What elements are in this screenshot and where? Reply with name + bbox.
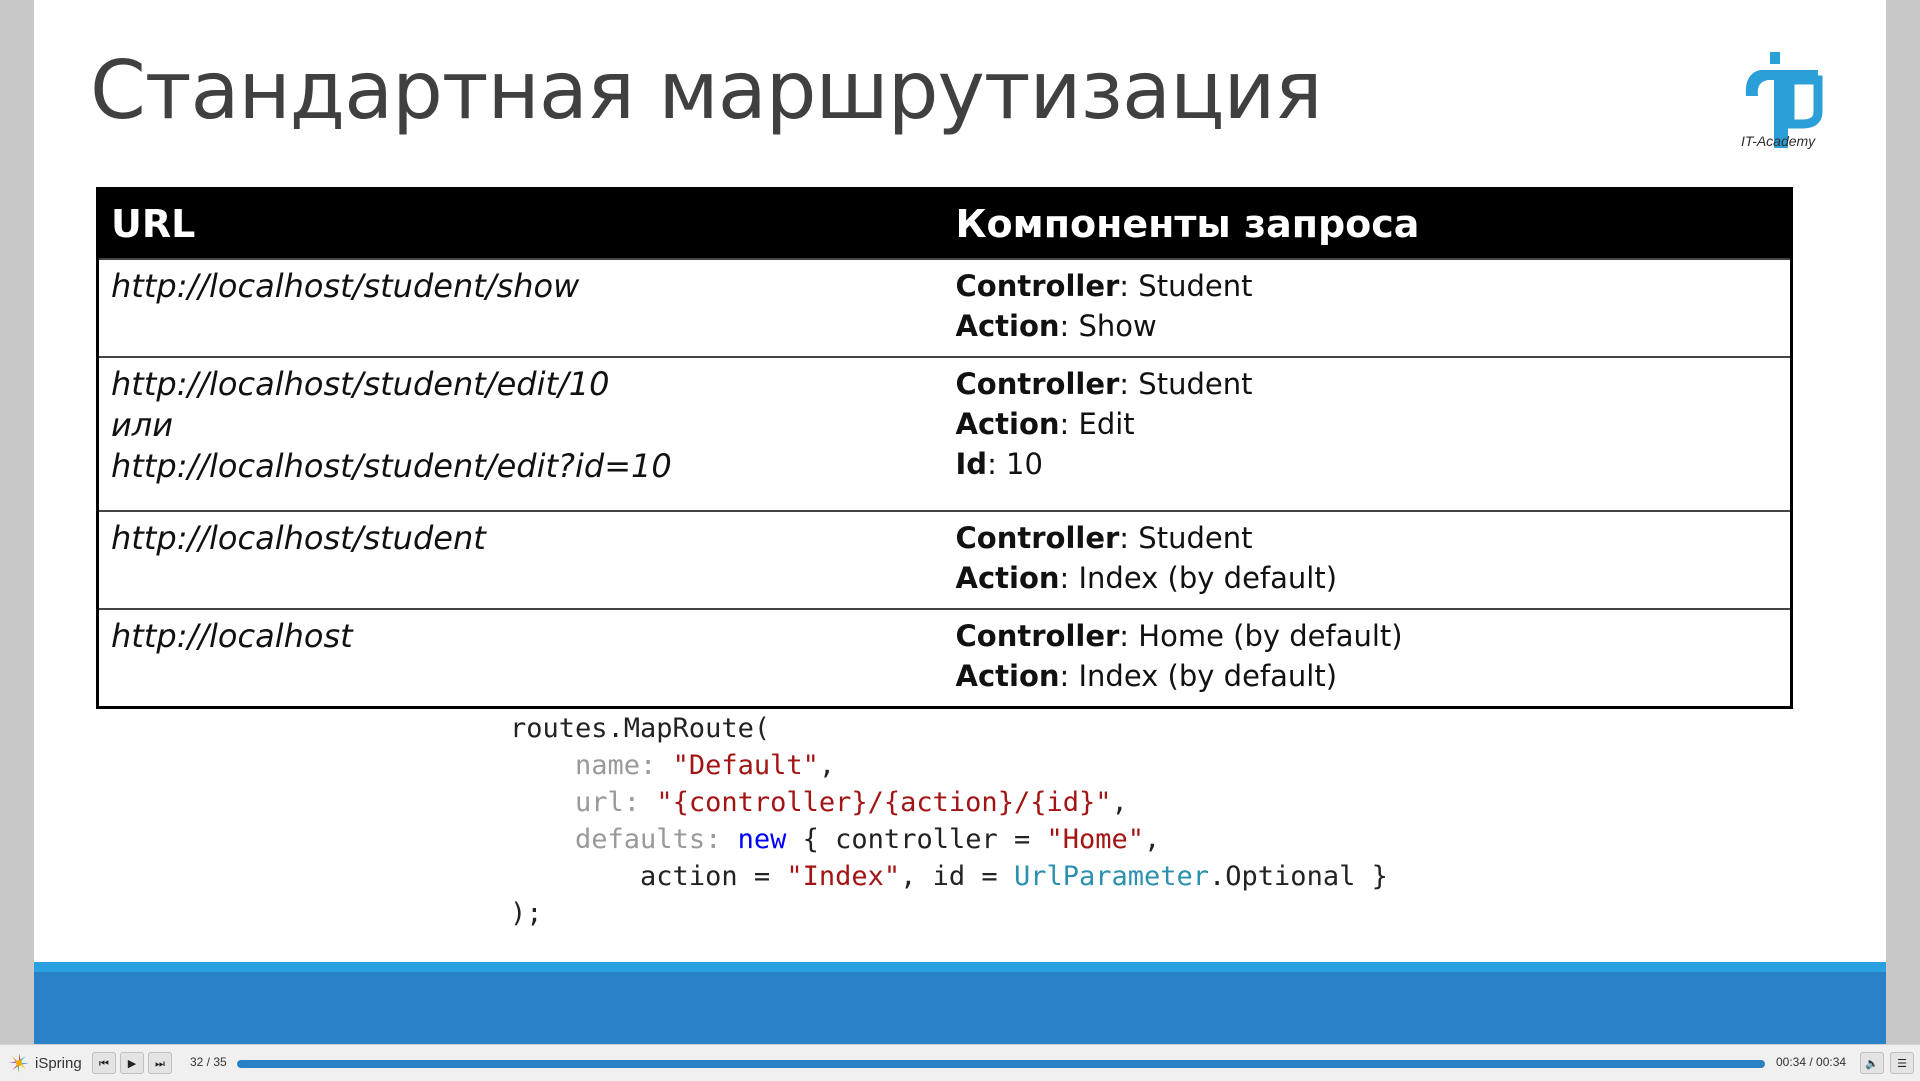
code-urlparameter-type: UrlParameter: [1013, 861, 1210, 892]
component-line: Controller: Home (by default): [956, 616, 1779, 656]
url-cell: http://localhost: [97, 608, 944, 708]
component-key: Controller: [955, 367, 1120, 401]
component-key: Controller: [955, 269, 1120, 303]
component-value: : Edit: [1059, 407, 1135, 441]
component-value: : Student: [1119, 521, 1253, 555]
url-text: http://localhost/student/edit/10: [111, 365, 610, 403]
url-text: http://localhost/student/edit?id=10: [111, 447, 672, 485]
code-action-value: "Index": [786, 861, 901, 892]
code-controller-value: "Home": [1046, 824, 1145, 855]
components-cell: Controller: Student Action: Index (by de…: [943, 510, 1792, 609]
code-name-value: "Default": [672, 750, 819, 781]
code-optional-suffix: .Optional }: [1209, 861, 1388, 892]
playback-time: 00:34 / 00:34: [1776, 1055, 1847, 1069]
code-block: routes.MapRoute( name: "Default", url: "…: [510, 713, 1388, 929]
component-line: Controller: Student: [956, 266, 1779, 306]
logo-caption: IT-Academy: [1741, 133, 1816, 149]
url-text: http://localhost/student/show: [111, 267, 580, 305]
component-value: : Index (by default): [1059, 659, 1338, 693]
component-key: Action: [955, 309, 1060, 343]
components-cell: Controller: Home (by default) Action: In…: [943, 608, 1792, 708]
routing-table: URL Компоненты запроса http://localhost/…: [96, 187, 1793, 709]
code-url-value: "{controller}/{action}/{id}": [656, 787, 1112, 818]
url-or-text: или: [111, 406, 174, 444]
skip-forward-icon[interactable]: ⏭: [148, 1052, 172, 1074]
table-row: http://localhost/student/edit/10 или htt…: [97, 356, 1792, 511]
component-line: Action: Edit: [956, 404, 1779, 444]
play-icon[interactable]: ▶: [120, 1052, 144, 1074]
code-name-key: name:: [575, 750, 657, 781]
component-key: Controller: [955, 521, 1120, 555]
header-components: Компоненты запроса: [943, 188, 1792, 259]
footer-band-accent: [34, 962, 1886, 972]
url-cell: http://localhost/student/edit/10 или htt…: [97, 356, 944, 511]
component-line: Action: Index (by default): [956, 656, 1779, 696]
code-close: );: [510, 898, 543, 929]
player-toolbar: iSpring ⏮ ▶ ⏭ 32 / 35 00:34 / 00:34 🔈 ☰: [0, 1044, 1920, 1081]
code-new-keyword: new: [737, 824, 787, 855]
ispring-logo-icon: [9, 1053, 29, 1073]
component-value: : Student: [1119, 367, 1253, 401]
component-value: : Home (by default): [1119, 619, 1403, 653]
table-row: http://localhost Controller: Home (by de…: [97, 608, 1792, 708]
component-value: : Show: [1059, 309, 1157, 343]
code-id-prefix: , id =: [900, 861, 1014, 892]
header-url: URL: [97, 188, 944, 259]
volume-icon[interactable]: 🔈: [1860, 1052, 1884, 1074]
components-cell: Controller: Student Action: Edit Id: 10: [943, 356, 1792, 511]
slide-title: Стандартная маршрутизация: [90, 44, 1323, 137]
component-line: Controller: Student: [956, 518, 1779, 558]
component-line: Action: Index (by default): [956, 558, 1779, 598]
url-text: http://localhost: [111, 617, 353, 655]
footer-band: [34, 972, 1886, 1044]
component-key: Action: [955, 659, 1060, 693]
ispring-brand-text: iSpring: [35, 1054, 82, 1072]
component-key: Controller: [955, 619, 1120, 653]
code-url-key: url:: [575, 787, 641, 818]
component-key: Id: [955, 447, 988, 481]
component-line: Controller: Student: [956, 364, 1779, 404]
progress-fill: [237, 1060, 1765, 1068]
component-value: : 10: [987, 447, 1043, 481]
component-line: Action: Show: [956, 306, 1779, 346]
ispring-brand: iSpring: [8, 1051, 82, 1075]
code-defaults-open: { controller =: [802, 824, 1047, 855]
code-maproute: routes.MapRoute(: [510, 713, 771, 744]
table-header-row: URL Компоненты запроса: [97, 188, 1792, 259]
components-cell: Controller: Student Action: Show: [943, 258, 1792, 357]
skip-back-icon[interactable]: ⏮: [92, 1052, 116, 1074]
component-line: Id: 10: [956, 444, 1779, 484]
table-row: http://localhost/student Controller: Stu…: [97, 510, 1792, 609]
url-cell: http://localhost/student: [97, 510, 944, 609]
component-key: Action: [955, 561, 1060, 595]
url-text: http://localhost/student: [111, 519, 486, 557]
code-action-prefix: action =: [640, 861, 787, 892]
component-value: : Index (by default): [1059, 561, 1338, 595]
table-row: http://localhost/student/show Controller…: [97, 258, 1792, 357]
component-value: : Student: [1119, 269, 1253, 303]
progress-bar[interactable]: [237, 1060, 1765, 1068]
menu-icon[interactable]: ☰: [1890, 1052, 1914, 1074]
component-key: Action: [955, 407, 1060, 441]
code-defaults-key: defaults:: [575, 824, 722, 855]
slide-counter: 32 / 35: [190, 1055, 227, 1069]
slide: Стандартная маршрутизация IT-Academy URL…: [34, 0, 1886, 1044]
url-cell: http://localhost/student/show: [97, 258, 944, 357]
